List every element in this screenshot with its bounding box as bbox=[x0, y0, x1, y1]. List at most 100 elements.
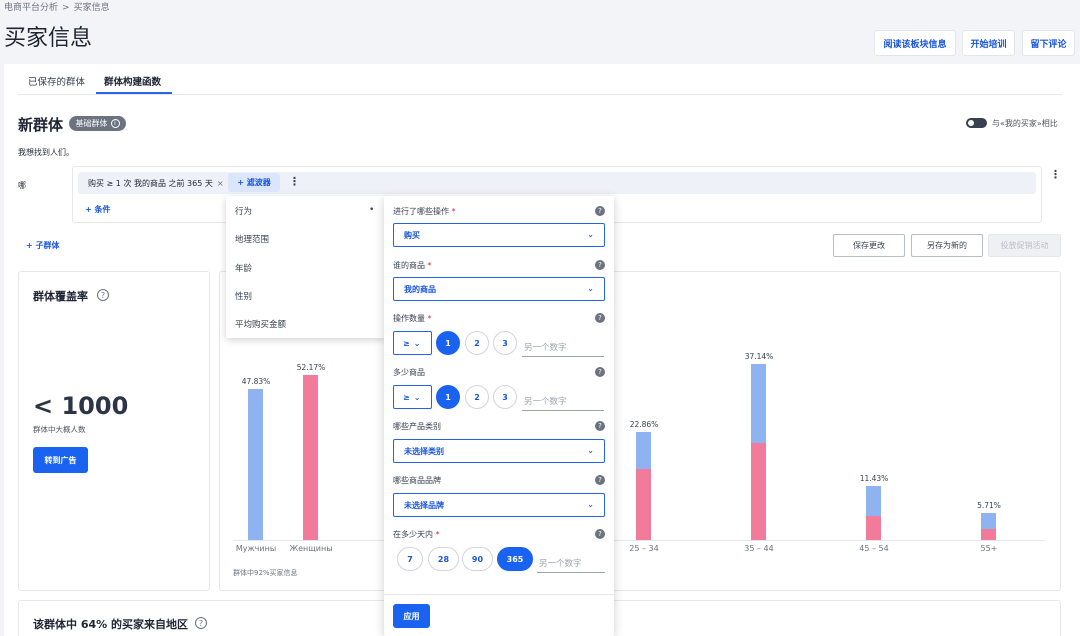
tick-label: 55+ bbox=[980, 544, 998, 553]
tick-label: Женщины bbox=[289, 544, 333, 553]
bar-segment-blue bbox=[751, 364, 766, 444]
menu-item-gender[interactable]: 性别 bbox=[235, 290, 252, 302]
compare-toggle-label: 与«我的买家»相比 bbox=[992, 119, 1058, 128]
bar-segment-pink bbox=[636, 468, 651, 540]
breadcrumb-current: 买家信息 bbox=[73, 3, 110, 13]
days-option-28[interactable]: 28 bbox=[428, 547, 459, 571]
data-label: 37.14% bbox=[744, 352, 774, 361]
help-icon[interactable]: ? bbox=[595, 475, 605, 485]
base-segment-badge[interactable]: 基础群体 i bbox=[69, 116, 126, 131]
selected-marker: • bbox=[369, 205, 375, 215]
bar-segment-pink bbox=[866, 516, 881, 540]
chevron-down-icon: ⌄ bbox=[413, 392, 421, 402]
bar-segment-pink bbox=[751, 443, 766, 540]
brand-label: 哪些商品品牌 bbox=[393, 476, 441, 485]
items-option-2[interactable]: 2 bbox=[465, 385, 489, 409]
coverage-value: < 1000 bbox=[33, 392, 129, 420]
data-label: 22.86% bbox=[629, 419, 659, 429]
save-as-new-button[interactable]: 另存为新的 bbox=[911, 234, 983, 257]
days-option-90[interactable]: 90 bbox=[462, 547, 493, 571]
leave-comment-button[interactable]: 留下评论 bbox=[1022, 30, 1075, 56]
tick-label: Мужчины bbox=[235, 544, 277, 553]
active-tab-indicator bbox=[96, 92, 172, 94]
add-subgroup-button[interactable]: + 子群体 bbox=[26, 240, 60, 251]
run-campaign-button[interactable]: 投放促销活动 bbox=[988, 234, 1061, 257]
items-option-3[interactable]: 3 bbox=[493, 385, 517, 409]
help-icon[interactable]: ? bbox=[595, 421, 605, 431]
help-icon[interactable]: ? bbox=[97, 289, 109, 301]
condition-chip[interactable]: 购买 ≥ 1 次 我的商品 之前 365 天 × bbox=[82, 175, 230, 191]
count-option-2[interactable]: 2 bbox=[465, 331, 489, 355]
tab-segment-builder[interactable]: 群体构建函数 bbox=[104, 74, 161, 94]
bar-segment-blue bbox=[636, 431, 651, 469]
data-label: 52.17% bbox=[296, 363, 326, 372]
count-option-1[interactable]: 1 bbox=[436, 331, 460, 355]
segment-title: 新群体 bbox=[18, 116, 64, 134]
menu-item-geography[interactable]: 地理范围 bbox=[235, 233, 269, 245]
help-icon[interactable]: ? bbox=[195, 617, 207, 629]
brand-select[interactable]: 未选择品牌 ⌄ bbox=[393, 493, 605, 517]
chevron-down-icon: ⌄ bbox=[587, 500, 594, 509]
breadcrumb-separator: > bbox=[62, 3, 70, 13]
bar-segment-pink bbox=[981, 528, 996, 540]
help-icon[interactable]: ? bbox=[595, 206, 605, 216]
product-owner-select[interactable]: 我的商品 ⌄ bbox=[393, 277, 605, 301]
days-other-number-input[interactable]: 另一个数字 bbox=[537, 553, 605, 573]
chevron-down-icon: ⌄ bbox=[587, 284, 594, 293]
bar-segment-blue bbox=[866, 485, 881, 517]
page-title: 买家信息 bbox=[4, 26, 93, 51]
add-filter-button[interactable]: + 滤波器 bbox=[228, 173, 280, 192]
chart-baseline bbox=[233, 540, 1045, 541]
bar-segment-blue bbox=[981, 512, 996, 529]
chart-note: 群体中92%买家信息 bbox=[233, 569, 298, 577]
items-other-number-input[interactable]: 另一个数字 bbox=[522, 391, 604, 411]
tick-label: 35 – 44 bbox=[744, 544, 774, 553]
days-label: 在多少天内 * bbox=[393, 530, 440, 539]
popover-divider bbox=[384, 594, 614, 595]
coverage-title: 群体覆盖率 bbox=[33, 290, 88, 303]
save-changes-button[interactable]: 保存更改 bbox=[833, 234, 905, 257]
bar bbox=[303, 375, 318, 540]
region-title: 该群体中 64% 的买家来自地区 bbox=[33, 618, 188, 631]
breadcrumb-parent[interactable]: 电商平台分析 bbox=[4, 3, 58, 13]
close-icon[interactable]: × bbox=[217, 179, 224, 188]
add-condition-button[interactable]: + 条件 bbox=[85, 204, 111, 215]
bar bbox=[248, 388, 263, 540]
menu-item-age[interactable]: 年龄 bbox=[235, 262, 252, 274]
chevron-down-icon: ⌄ bbox=[587, 230, 594, 239]
go-to-ads-button[interactable]: 转到广告 bbox=[33, 447, 88, 473]
badge-label: 基础群体 bbox=[75, 119, 108, 128]
operation-select[interactable]: 购买 ⌄ bbox=[393, 223, 605, 247]
help-icon[interactable]: ? bbox=[595, 529, 605, 539]
help-icon[interactable]: ? bbox=[595, 260, 605, 270]
read-block-button[interactable]: 阅读该板块信息 bbox=[874, 30, 956, 56]
items-operator-select[interactable]: ≥ ⌄ bbox=[393, 385, 432, 409]
help-icon[interactable]: ? bbox=[595, 313, 605, 323]
tick-label: 45 – 54 bbox=[859, 544, 889, 553]
count-other-number-input[interactable]: 另一个数字 bbox=[522, 337, 604, 357]
operation-label: 进行了哪些操作 * bbox=[393, 207, 456, 216]
count-operator-select[interactable]: ≥ ⌄ bbox=[393, 331, 432, 355]
days-option-7[interactable]: 7 bbox=[397, 547, 423, 571]
tabs-divider bbox=[18, 94, 1062, 95]
segment-intro: 我想找到人们。 bbox=[18, 148, 74, 157]
menu-item-avg-purchase[interactable]: 平均购买金额 bbox=[235, 318, 286, 330]
compare-toggle[interactable] bbox=[966, 118, 987, 128]
data-label: 47.83% bbox=[241, 376, 271, 386]
kebab-icon[interactable]: ⋮ bbox=[1050, 168, 1061, 181]
data-label: 11.43% bbox=[859, 473, 889, 483]
count-option-3[interactable]: 3 bbox=[493, 331, 517, 355]
kebab-icon[interactable]: ⋮ bbox=[289, 175, 300, 188]
category-label: 哪些产品类别 bbox=[393, 422, 441, 431]
help-icon[interactable]: ? bbox=[595, 367, 605, 377]
menu-item-behavior[interactable]: 行为 bbox=[235, 205, 252, 217]
product-owner-label: 谁的商品 * bbox=[393, 261, 432, 270]
condition-chip-label: 购买 ≥ 1 次 我的商品 之前 365 天 bbox=[88, 178, 213, 188]
days-option-365[interactable]: 365 bbox=[497, 547, 533, 571]
chevron-down-icon: ⌄ bbox=[413, 338, 421, 348]
start-training-button[interactable]: 开始培训 bbox=[962, 30, 1015, 56]
apply-button[interactable]: 应用 bbox=[393, 604, 430, 628]
tab-saved-segments[interactable]: 已保存的群体 bbox=[28, 74, 85, 94]
category-select[interactable]: 未选择类别 ⌄ bbox=[393, 439, 605, 463]
items-option-1[interactable]: 1 bbox=[436, 385, 460, 409]
